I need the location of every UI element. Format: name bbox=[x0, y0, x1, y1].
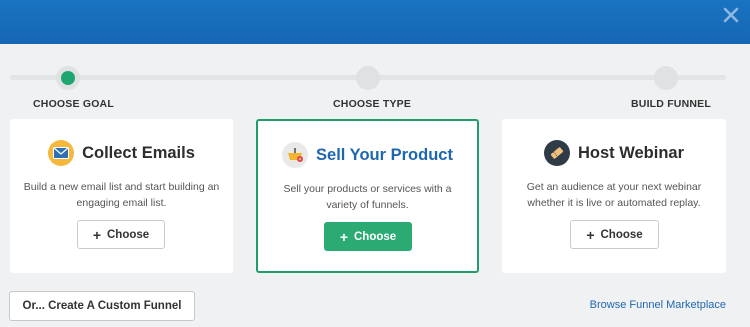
create-custom-funnel-button[interactable]: Or... Create A Custom Funnel bbox=[9, 291, 195, 321]
shopping-basket-icon bbox=[282, 142, 309, 168]
plus-icon: + bbox=[586, 226, 595, 243]
step-label-choose-goal: CHOOSE GOAL bbox=[33, 98, 114, 110]
card-description: Build a new email list and start buildin… bbox=[23, 181, 220, 209]
choose-button-sell-your-product[interactable]: + Choose bbox=[324, 222, 412, 251]
ticket-icon bbox=[543, 140, 570, 166]
goal-card-host-webinar[interactable]: Host Webinar Get an audience at your nex… bbox=[502, 119, 726, 273]
plus-icon: + bbox=[92, 226, 101, 243]
card-title: Host Webinar bbox=[577, 143, 685, 162]
browse-marketplace-link[interactable]: Browse Funnel Marketplace bbox=[590, 299, 726, 311]
card-title: Sell Your Product bbox=[316, 145, 453, 164]
choose-button-collect-emails[interactable]: + Choose bbox=[77, 220, 165, 249]
step-dot-choose-goal bbox=[56, 66, 80, 90]
step-label-choose-type: CHOOSE TYPE bbox=[333, 98, 412, 110]
close-icon bbox=[723, 7, 739, 23]
step-dot-choose-type bbox=[356, 66, 380, 90]
choose-label: Choose bbox=[600, 228, 643, 241]
step-label-build-funnel: BUILD FUNNEL bbox=[631, 98, 711, 110]
goal-card-sell-your-product[interactable]: Sell Your Product Sell your products or … bbox=[256, 119, 479, 273]
modal-header bbox=[0, 0, 750, 44]
card-title: Collect Emails bbox=[82, 143, 195, 162]
card-description: Sell your products or services with a va… bbox=[283, 183, 452, 211]
plus-icon: + bbox=[339, 228, 348, 245]
step-dot-build-funnel bbox=[654, 66, 678, 90]
goal-card-collect-emails[interactable]: Collect Emails Build a new email list an… bbox=[10, 119, 233, 273]
choose-label: Choose bbox=[107, 228, 150, 241]
close-button[interactable] bbox=[722, 6, 740, 24]
choose-button-host-webinar[interactable]: + Choose bbox=[570, 220, 659, 249]
card-description: Get an audience at your next webinar whe… bbox=[526, 181, 702, 209]
envelope-icon bbox=[48, 140, 75, 166]
choose-label: Choose bbox=[354, 230, 397, 243]
